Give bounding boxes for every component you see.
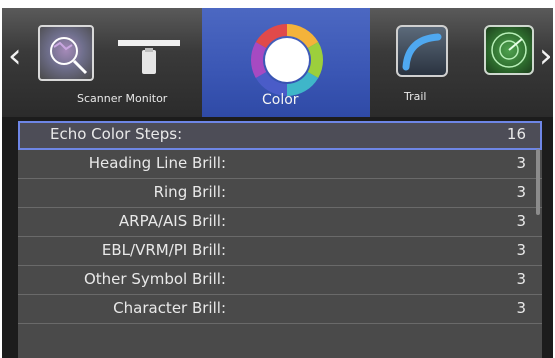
tab-bar: ‹ Scanner Monitor Color Trail › bbox=[2, 8, 553, 117]
setting-row-character-brill[interactable]: Character Brill: 3 bbox=[18, 295, 542, 324]
monitor-icon bbox=[116, 38, 182, 78]
setting-row-echo-color-steps[interactable]: Echo Color Steps: 16 bbox=[18, 121, 542, 150]
scrollbar[interactable] bbox=[536, 149, 540, 215]
chevron-right-icon[interactable]: › bbox=[539, 36, 553, 76]
trail-icon bbox=[396, 25, 448, 77]
setting-row-ebl-vrm-pi-brill[interactable]: EBL/VRM/PI Brill: 3 bbox=[18, 237, 542, 266]
color-wheel-icon bbox=[249, 22, 325, 98]
setting-label: Heading Line Brill: bbox=[88, 154, 226, 172]
setting-value[interactable]: 3 bbox=[516, 270, 526, 288]
setting-label: EBL/VRM/PI Brill: bbox=[101, 241, 226, 259]
scanner-icon bbox=[38, 25, 94, 81]
setting-row-other-symbol-brill[interactable]: Other Symbol Brill: 3 bbox=[18, 266, 542, 295]
setting-label: Echo Color Steps: bbox=[50, 125, 183, 143]
setting-value[interactable]: 3 bbox=[516, 154, 526, 172]
tab-label-scanner-monitor: Scanner Monitor bbox=[77, 92, 168, 105]
tab-label-color: Color bbox=[262, 92, 299, 108]
setting-value[interactable]: 3 bbox=[516, 183, 526, 201]
setting-value[interactable]: 3 bbox=[516, 212, 526, 230]
tab-color[interactable]: Color bbox=[202, 8, 370, 117]
setting-label: Other Symbol Brill: bbox=[83, 270, 226, 288]
tab-radar[interactable] bbox=[472, 8, 538, 117]
tab-trail[interactable]: Trail bbox=[370, 8, 472, 117]
tab-scanner-monitor[interactable]: Scanner Monitor bbox=[34, 8, 202, 117]
setting-row-arpa-ais-brill[interactable]: ARPA/AIS Brill: 3 bbox=[18, 208, 542, 237]
chevron-left-icon[interactable]: ‹ bbox=[8, 36, 22, 76]
setting-row-ring-brill[interactable]: Ring Brill: 3 bbox=[18, 179, 542, 208]
setting-label: Character Brill: bbox=[113, 299, 226, 317]
setting-value[interactable]: 16 bbox=[507, 125, 526, 143]
settings-list: Echo Color Steps: 16 Heading Line Brill:… bbox=[18, 121, 542, 358]
setting-label: Ring Brill: bbox=[153, 183, 226, 201]
setting-label: ARPA/AIS Brill: bbox=[118, 212, 226, 230]
setting-value[interactable]: 3 bbox=[516, 241, 526, 259]
menu-window: ‹ Scanner Monitor Color Trail › Echo Col… bbox=[2, 8, 553, 358]
radar-icon bbox=[484, 25, 534, 75]
setting-row-heading-line-brill[interactable]: Heading Line Brill: 3 bbox=[18, 150, 542, 179]
setting-value[interactable]: 3 bbox=[516, 299, 526, 317]
tab-label-trail: Trail bbox=[404, 90, 427, 103]
